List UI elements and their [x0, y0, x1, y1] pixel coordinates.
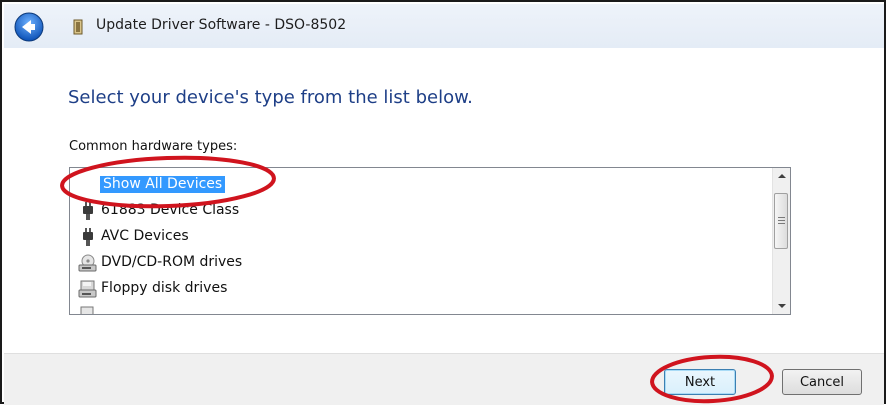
- device-icon: [78, 305, 98, 314]
- list-item-label: Floppy disk drives: [101, 280, 228, 296]
- back-arrow-icon: [14, 12, 44, 42]
- back-button[interactable]: [14, 12, 44, 42]
- list-label: Common hardware types:: [69, 139, 238, 154]
- list-item-label: DVD/CD-ROM drives: [101, 254, 243, 270]
- scroll-thumb[interactable]: [774, 193, 788, 249]
- hardware-icon: [72, 19, 84, 35]
- list-item-label: AVC Devices: [101, 228, 189, 244]
- dialog-footer: Next Cancel: [4, 353, 884, 405]
- next-button[interactable]: Next: [664, 369, 736, 395]
- dialog-window: Update Driver Software - DSO-8502 Select…: [0, 0, 886, 405]
- vertical-scrollbar[interactable]: [772, 168, 790, 314]
- floppy-drive-icon: [78, 279, 98, 299]
- scroll-down-arrow-icon[interactable]: [773, 297, 790, 314]
- list-item-label: 61883 Device Class: [101, 202, 240, 218]
- title-bar: Update Driver Software - DSO-8502: [4, 4, 884, 48]
- cancel-button[interactable]: Cancel: [782, 369, 862, 395]
- window-title: Update Driver Software - DSO-8502: [96, 17, 347, 33]
- page-heading: Select your device's type from the list …: [68, 87, 473, 108]
- list-item-label: Show All Devices: [100, 176, 226, 193]
- list-item-avc-devices[interactable]: AVC Devices: [78, 225, 758, 249]
- dvd-drive-icon: [78, 253, 98, 273]
- list-item-partial[interactable]: [78, 303, 758, 314]
- list-item-floppy-disk-drives[interactable]: Floppy disk drives: [78, 277, 758, 301]
- device-plug-icon: [78, 201, 98, 221]
- list-item-show-all-devices[interactable]: Show All Devices: [78, 173, 758, 197]
- scroll-up-arrow-icon[interactable]: [773, 168, 790, 185]
- device-plug-icon: [78, 227, 98, 247]
- list-item-61883-device-class[interactable]: 61883 Device Class: [78, 199, 758, 223]
- hardware-types-list[interactable]: Show All Devices 61883 Device Class AVC …: [69, 167, 791, 315]
- list-item-dvd-cd-rom-drives[interactable]: DVD/CD-ROM drives: [78, 251, 758, 275]
